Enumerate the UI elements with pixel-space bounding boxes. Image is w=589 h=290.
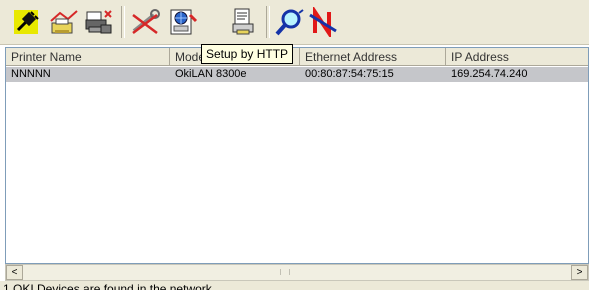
scrollbar-thumb-grip[interactable] [280,269,290,275]
column-header-ethernet-address[interactable]: Ethernet Address [300,48,446,66]
printer-list[interactable]: Printer Name Model Ethernet Address IP A… [5,47,589,264]
search-network-icon[interactable] [274,5,306,38]
status-bar: 1 OKI Devices are found in the network. [0,281,589,290]
toolbar-separator [266,6,270,38]
status-text: 1 OKI Devices are found in the network. [3,282,216,290]
chevron-left-icon: < [11,267,18,278]
printer-settings-icon[interactable] [83,5,115,38]
table-row[interactable]: NNNNN OkiLAN 8300e 00:80:87:54:75:15 169… [6,67,588,82]
cell-printer-name: NNNNN [11,68,51,80]
column-header-ip-address[interactable]: IP Address [446,48,588,66]
column-header-printer-name[interactable]: Printer Name [6,48,170,66]
scroll-right-button[interactable]: > [571,265,588,280]
toolbar-separator [121,6,125,38]
scroll-left-button[interactable]: < [6,265,23,280]
toolbar [0,0,589,45]
chevron-right-icon: > [576,267,583,278]
horizontal-scrollbar[interactable]: < > [5,264,589,281]
cell-model: OkiLAN 8300e [175,68,247,80]
table-header: Printer Name Model Ethernet Address IP A… [6,48,588,66]
plug-icon[interactable] [10,5,42,38]
printer-network-icon[interactable] [48,5,80,38]
wrench-disconnect-icon[interactable] [130,5,162,38]
cell-ethernet-address: 00:80:87:54:75:15 [305,68,394,80]
web-page-setup-icon[interactable] [166,5,198,38]
cell-ip-address: 169.254.74.240 [451,68,528,80]
printer-list-icon[interactable] [228,5,260,38]
exit-icon[interactable] [307,5,339,38]
tooltip: Setup by HTTP [201,44,294,64]
